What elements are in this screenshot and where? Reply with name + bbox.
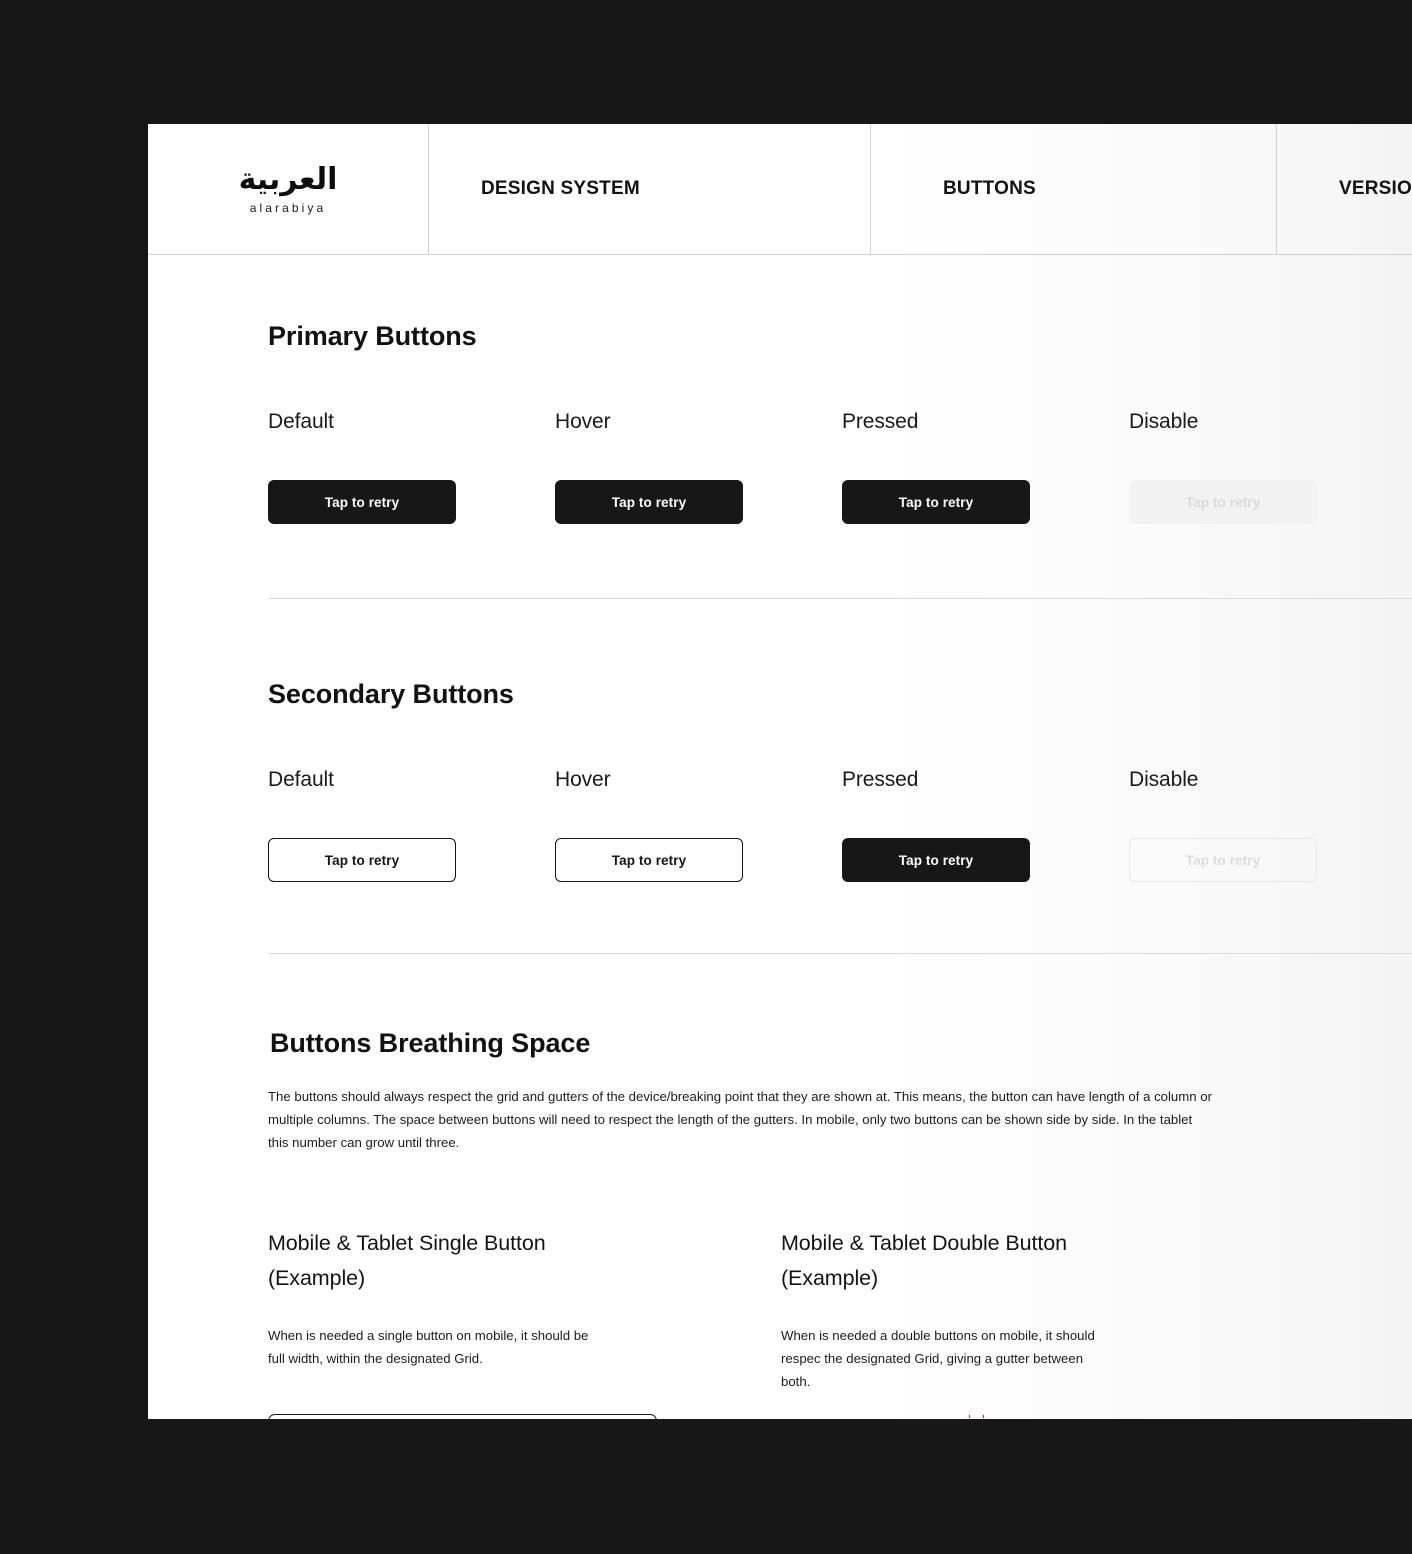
secondary-state-hover: Hover Tap to retry bbox=[555, 768, 842, 882]
secondary-state-default: Default Tap to retry bbox=[268, 768, 555, 882]
primary-state-hover-label: Hover bbox=[555, 410, 611, 433]
primary-buttons-heading: Primary Buttons bbox=[268, 321, 477, 351]
logo-latin-wordmark: alarabiya bbox=[249, 201, 327, 216]
artboard: العربية alarabiya DESIGN SYSTEM BUTTONS … bbox=[148, 124, 1412, 1419]
nav-item-buttons-label: BUTTONS bbox=[943, 178, 1036, 199]
secondary-button-default[interactable]: Tap to retry bbox=[268, 838, 456, 882]
example-double-button-description: When is needed a double buttons on mobil… bbox=[781, 1328, 1095, 1389]
example-double-button-title-line1: Mobile & Tablet Double Button bbox=[781, 1231, 1067, 1255]
breathing-space-heading: Buttons Breathing Space bbox=[270, 1028, 591, 1058]
nav-item-design-system[interactable]: DESIGN SYSTEM bbox=[429, 124, 871, 254]
secondary-buttons-state-row: Default Tap to retry Hover Tap to retry … bbox=[268, 768, 1412, 882]
breathing-space-body-text: The buttons should always respect the gr… bbox=[268, 1089, 1212, 1150]
secondary-state-pressed: Pressed Tap to retry bbox=[842, 768, 1129, 882]
accept-notifications-button[interactable]: Yes, accept notifications bbox=[268, 1414, 657, 1419]
primary-state-hover: Hover Tap to retry bbox=[555, 410, 842, 524]
secondary-state-disable-label: Disable bbox=[1129, 768, 1199, 791]
example-single-button-description: When is needed a single button on mobile… bbox=[268, 1328, 589, 1366]
example-single-button: Mobile & Tablet Single Button (Example) … bbox=[268, 1226, 781, 1419]
primary-state-default: Default Tap to retry bbox=[268, 410, 555, 524]
section-divider-1 bbox=[268, 598, 1412, 599]
primary-state-disable-label: Disable bbox=[1129, 410, 1199, 433]
example-double-button: Mobile & Tablet Double Button (Example) … bbox=[781, 1226, 1294, 1419]
alarabiya-logo: العربية alarabiya bbox=[239, 164, 338, 215]
example-double-button-title-line2: (Example) bbox=[781, 1266, 879, 1290]
secondary-button-disabled: Tap to retry bbox=[1129, 838, 1317, 882]
primary-buttons-state-row: Default Tap to retry Hover Tap to retry … bbox=[268, 410, 1412, 524]
primary-button-hover[interactable]: Tap to retry bbox=[555, 480, 743, 524]
nav-item-buttons[interactable]: BUTTONS bbox=[871, 124, 1277, 254]
gutter-guide-left-icon bbox=[969, 1415, 970, 1419]
secondary-state-default-label: Default bbox=[268, 768, 334, 791]
page-content: Primary Buttons Default Tap to retry Hov… bbox=[148, 321, 1412, 1419]
gutter-guide-right-icon bbox=[983, 1415, 984, 1419]
section-divider-2 bbox=[268, 953, 1412, 954]
primary-state-disable: Disable Tap to retry bbox=[1129, 410, 1412, 524]
primary-state-pressed-label: Pressed bbox=[842, 410, 919, 433]
nav-item-version[interactable]: VERSION bbox=[1277, 124, 1412, 254]
nav-item-design-system-label: DESIGN SYSTEM bbox=[481, 178, 640, 199]
primary-button-disabled: Tap to retry bbox=[1129, 480, 1317, 524]
primary-button-pressed[interactable]: Tap to retry bbox=[842, 480, 1030, 524]
example-single-button-row: Yes, accept notifications bbox=[268, 1414, 781, 1419]
primary-button-default[interactable]: Tap to retry bbox=[268, 480, 456, 524]
primary-state-pressed: Pressed Tap to retry bbox=[842, 410, 1129, 524]
secondary-button-pressed[interactable]: Tap to retry bbox=[842, 838, 1030, 882]
secondary-state-hover-label: Hover bbox=[555, 768, 611, 791]
nav-item-version-label: VERSION bbox=[1339, 178, 1412, 199]
example-single-button-title-line1: Mobile & Tablet Single Button bbox=[268, 1231, 546, 1255]
secondary-state-disable: Disable Tap to retry bbox=[1129, 768, 1412, 882]
example-single-button-title-line2: (Example) bbox=[268, 1266, 366, 1290]
example-double-button-title: Mobile & Tablet Double Button (Example) bbox=[781, 1226, 1294, 1296]
secondary-state-pressed-label: Pressed bbox=[842, 768, 919, 791]
breathing-space-examples: Mobile & Tablet Single Button (Example) … bbox=[268, 1226, 1412, 1419]
top-navigation-bar: العربية alarabiya DESIGN SYSTEM BUTTONS … bbox=[148, 124, 1412, 255]
example-single-button-title: Mobile & Tablet Single Button (Example) bbox=[268, 1226, 781, 1296]
brand-logo-cell[interactable]: العربية alarabiya bbox=[148, 124, 429, 254]
primary-state-default-label: Default bbox=[268, 410, 334, 433]
logo-arabic-wordmark: العربية bbox=[238, 161, 338, 197]
secondary-button-hover[interactable]: Tap to retry bbox=[555, 838, 743, 882]
secondary-buttons-heading: Secondary Buttons bbox=[268, 679, 514, 709]
